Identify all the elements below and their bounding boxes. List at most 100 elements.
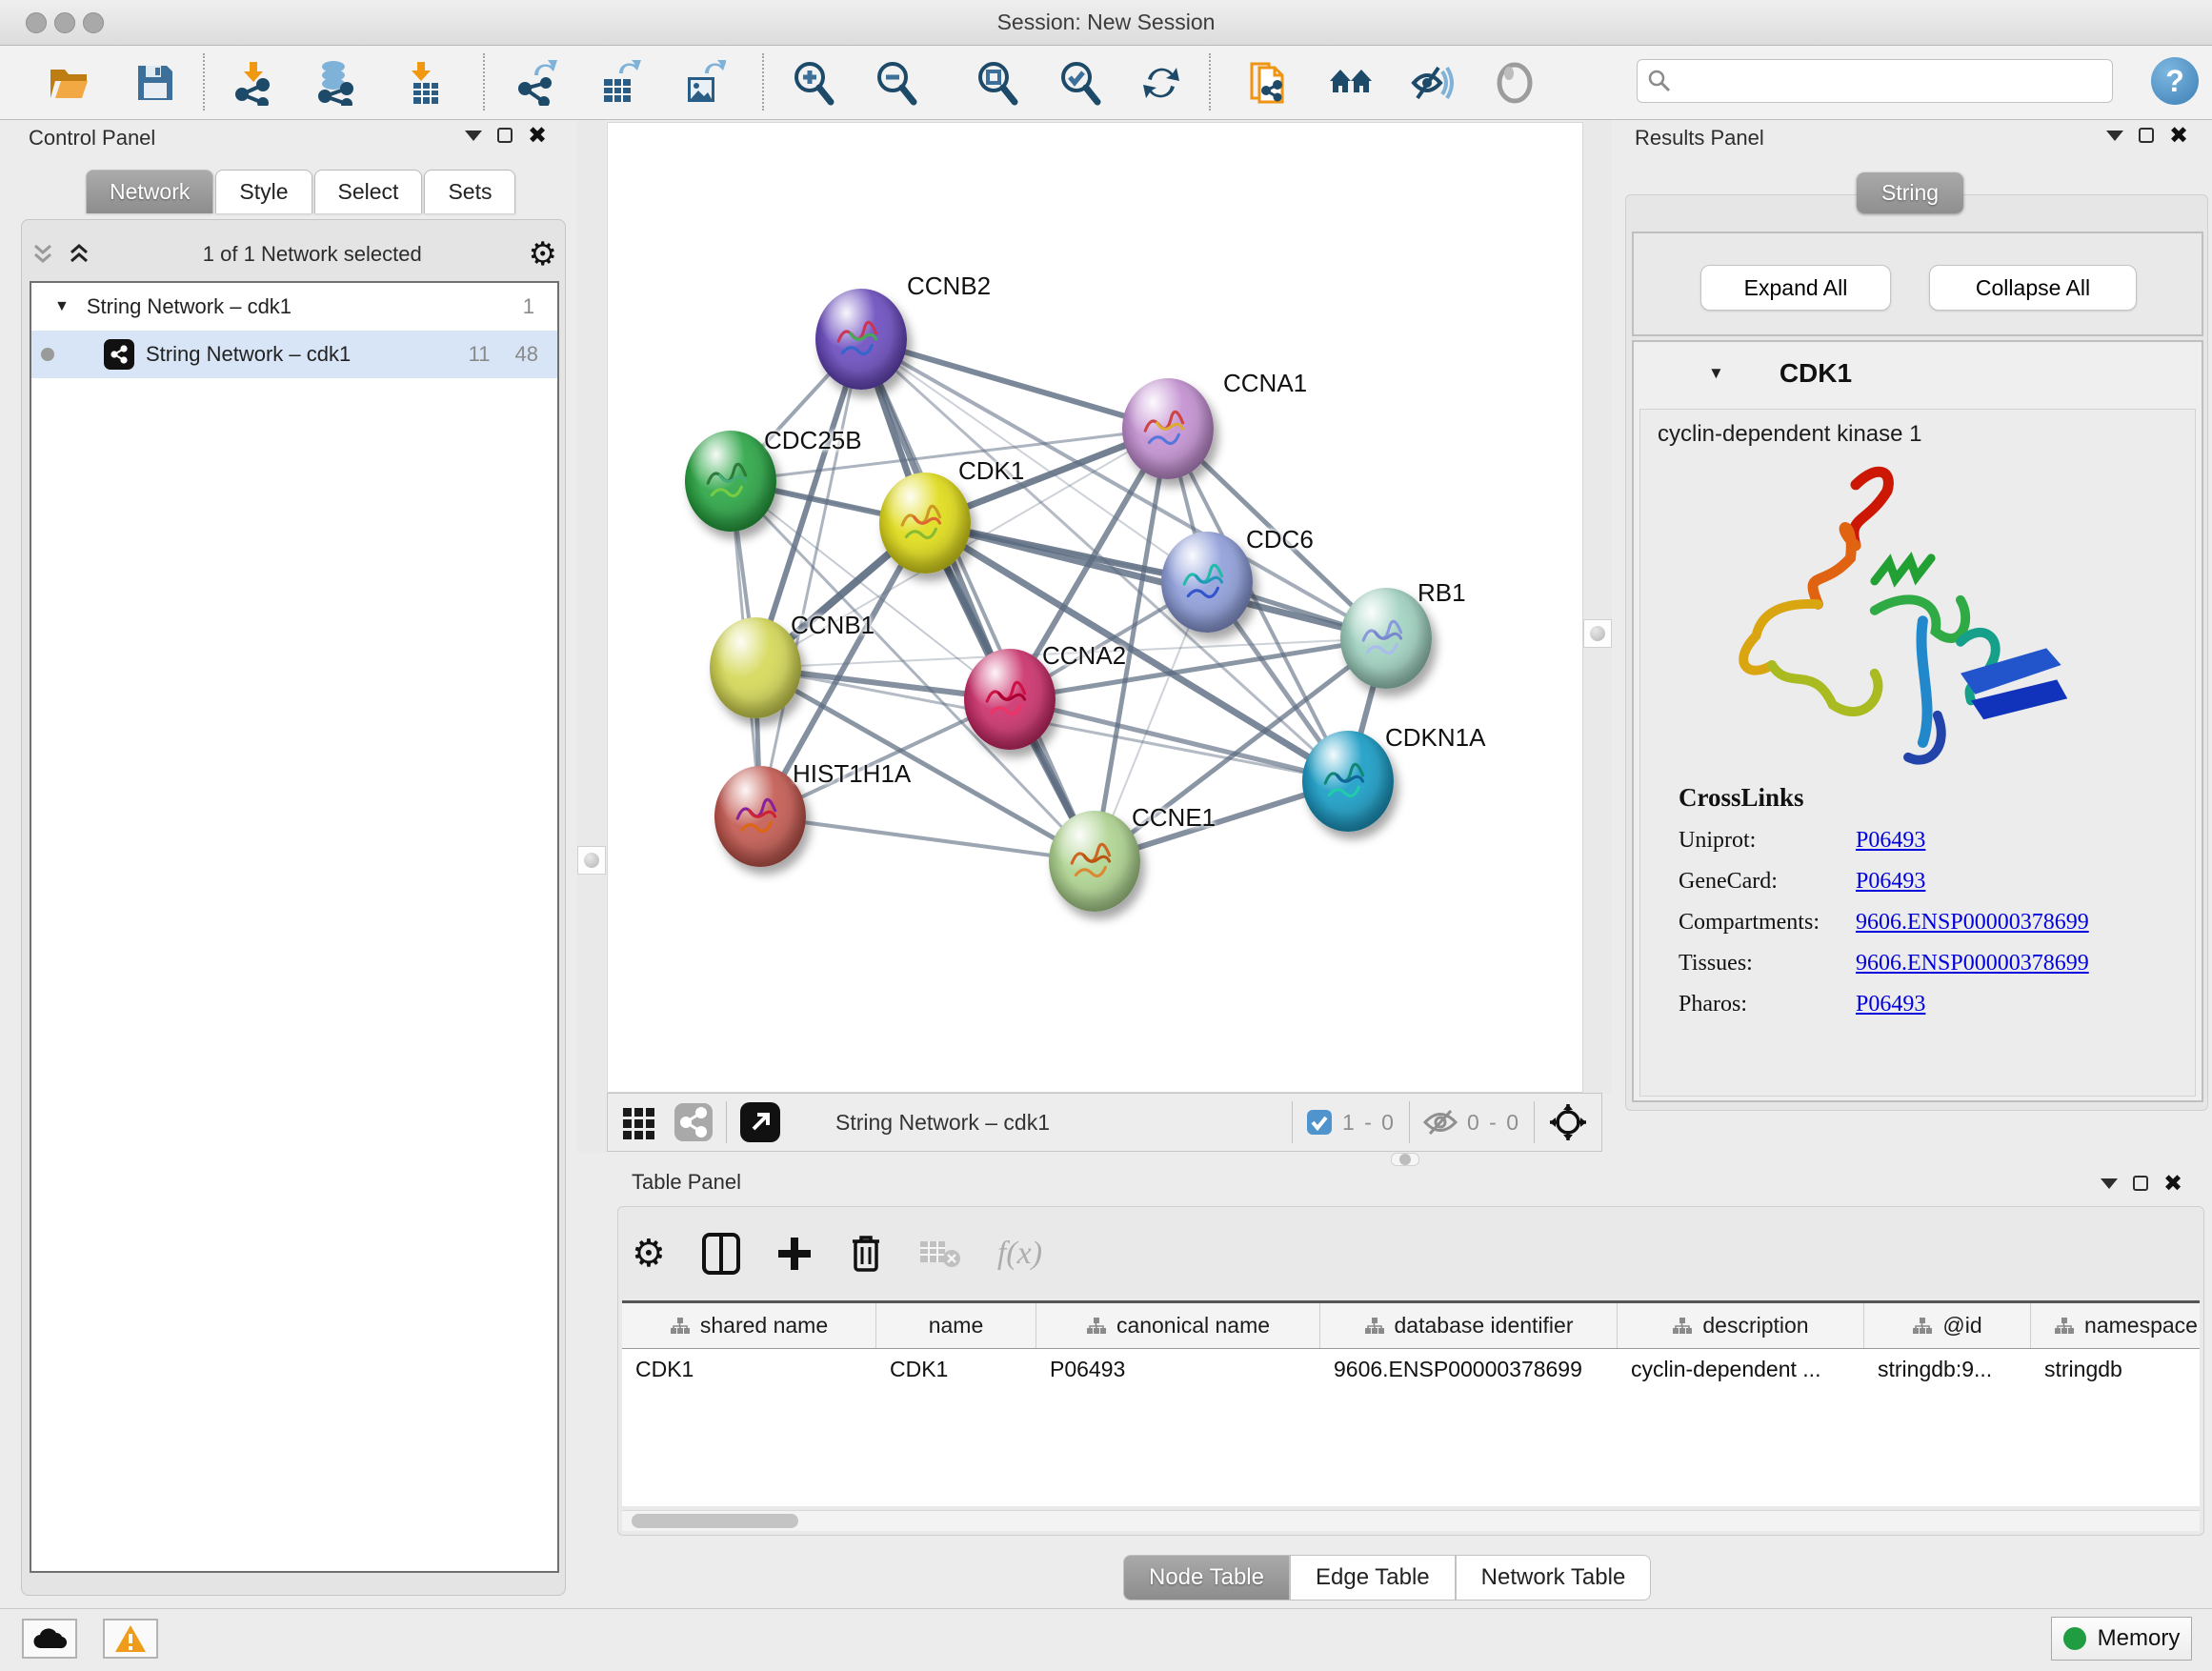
tab-sets[interactable]: Sets [424, 170, 515, 213]
hide-unselected-eye-icon[interactable] [1408, 58, 1458, 108]
table-panel-collapse-icon[interactable] [2101, 1178, 2118, 1189]
zoom-out-icon[interactable] [872, 58, 921, 108]
tab-edge-table[interactable]: Edge Table [1290, 1555, 1456, 1601]
crosslink-link[interactable]: 9606.ENSP00000378699 [1856, 951, 2089, 976]
network-options-gear-icon[interactable]: ⚙ [529, 240, 557, 269]
open-session-icon[interactable] [44, 58, 93, 108]
export-network-icon[interactable] [512, 58, 561, 108]
control-panel-float-icon[interactable] [497, 128, 513, 143]
node-ccne1[interactable] [1049, 811, 1140, 912]
highlight-sphere-icon[interactable] [1490, 58, 1539, 108]
node-cdc25b[interactable] [685, 431, 776, 532]
table-cell[interactable]: stringdb [2031, 1349, 2200, 1391]
pan-crosshair-icon[interactable] [1548, 1102, 1588, 1142]
network-row-selected[interactable]: String Network – cdk1 11 48 [31, 331, 557, 378]
birds-eye-view-icon[interactable] [621, 1104, 657, 1140]
control-panel-close-icon[interactable]: ✖ [528, 128, 547, 143]
tab-network[interactable]: Network [86, 170, 213, 213]
string-share-icon[interactable] [674, 1103, 713, 1141]
crosslink-link[interactable]: P06493 [1856, 828, 1925, 854]
tab-string[interactable]: String [1857, 172, 1963, 213]
delete-column-trash-icon[interactable] [849, 1234, 883, 1274]
collection-expand-icon[interactable]: ▼ [54, 298, 70, 315]
add-column-icon[interactable] [776, 1236, 813, 1272]
clone-network-icon[interactable] [1244, 58, 1294, 108]
column-network-icon [1086, 1317, 1107, 1336]
node-ccnb1[interactable] [710, 617, 801, 718]
node-cdk1[interactable] [879, 473, 971, 574]
search-field[interactable] [1637, 59, 2113, 103]
crosslink-link[interactable]: 9606.ENSP00000378699 [1856, 910, 2089, 936]
table-cell[interactable]: P06493 [1036, 1349, 1320, 1391]
tab-style[interactable]: Style [215, 170, 312, 213]
table-cell[interactable]: CDK1 [622, 1349, 876, 1391]
zoom-selected-icon[interactable] [1056, 58, 1105, 108]
current-network-dot-icon [41, 348, 54, 361]
network-collection-row[interactable]: ▼ String Network – cdk1 1 [31, 283, 557, 331]
home-views-icon[interactable] [1326, 58, 1376, 108]
memory-button[interactable]: Memory [2051, 1617, 2192, 1661]
expand-all-button[interactable]: Expand All [1700, 265, 1891, 311]
column-header-canonical-name[interactable]: canonical name [1036, 1303, 1320, 1348]
tab-node-table[interactable]: Node Table [1123, 1555, 1290, 1601]
column-header-shared-name[interactable]: shared name [622, 1303, 876, 1348]
tab-network-table[interactable]: Network Table [1456, 1555, 1652, 1601]
crosslink-link[interactable]: P06493 [1856, 869, 1925, 895]
show-columns-icon[interactable] [702, 1233, 740, 1275]
hidden-eye-slash-icon[interactable] [1423, 1108, 1458, 1137]
node-ccna1[interactable] [1122, 378, 1214, 479]
table-cell[interactable]: cyclin-dependent ... [1618, 1349, 1864, 1391]
table-panel-float-icon[interactable] [2133, 1176, 2148, 1191]
table-cell[interactable]: 9606.ENSP00000378699 [1320, 1349, 1618, 1391]
save-session-icon[interactable] [131, 58, 180, 108]
warnings-button[interactable] [103, 1619, 158, 1659]
refresh-icon[interactable] [1136, 58, 1186, 108]
gene-expand-icon[interactable]: ▼ [1708, 364, 1724, 383]
collapse-all-chevron-icon[interactable] [31, 242, 60, 267]
expand-all-chevron-icon[interactable] [68, 242, 96, 267]
column-header-namespace[interactable]: namespace [2031, 1303, 2200, 1348]
node-cdkn1a[interactable] [1302, 731, 1394, 832]
table-cell[interactable]: stringdb:9... [1864, 1349, 2031, 1391]
zoom-in-icon[interactable] [789, 58, 838, 108]
column-header-description[interactable]: description [1618, 1303, 1864, 1348]
selected-checkbox-icon[interactable] [1306, 1109, 1333, 1136]
control-panel-collapse-icon[interactable] [465, 131, 482, 141]
network-canvas[interactable]: CCNB2CCNA1CDC25BCDK1CDC6RB1CCNB1CCNA2CDK… [607, 122, 1583, 1093]
right-splitter[interactable] [1583, 120, 1612, 1094]
crosslink-link[interactable]: P06493 [1856, 992, 1925, 1017]
open-in-browser-icon[interactable] [740, 1102, 780, 1142]
horizontal-splitter-grip[interactable] [1391, 1153, 1419, 1166]
search-input[interactable] [1672, 70, 2091, 92]
import-network-file-icon[interactable] [229, 58, 278, 108]
cloud-status-button[interactable] [22, 1619, 77, 1659]
node-cdc6[interactable] [1161, 532, 1253, 633]
memory-status-dot [2063, 1627, 2086, 1650]
results-panel-close-icon[interactable]: ✖ [2169, 128, 2188, 143]
table-options-gear-icon[interactable]: ⚙ [632, 1239, 666, 1268]
import-network-database-icon[interactable] [311, 58, 360, 108]
column-header-database-identifier[interactable]: database identifier [1320, 1303, 1618, 1348]
results-panel-float-icon[interactable] [2139, 128, 2154, 143]
results-panel-collapse-icon[interactable] [2106, 131, 2123, 141]
export-table-icon[interactable] [594, 58, 644, 108]
node-ccnb2[interactable] [815, 289, 907, 390]
tab-select[interactable]: Select [314, 170, 423, 213]
export-image-icon[interactable] [678, 58, 728, 108]
left-splitter[interactable] [577, 120, 606, 1153]
collapse-all-button[interactable]: Collapse All [1929, 265, 2137, 311]
zoom-fit-icon[interactable] [973, 58, 1022, 108]
table-horizontal-scrollbar[interactable] [622, 1510, 2200, 1531]
column-header--id[interactable]: @id [1864, 1303, 2031, 1348]
table-panel-close-icon[interactable]: ✖ [2163, 1176, 2182, 1191]
hidden-count: 0 - 0 [1467, 1110, 1520, 1136]
scrollbar-thumb[interactable] [632, 1514, 798, 1528]
gene-section-header[interactable]: ▼ CDK1 [1634, 342, 2202, 405]
column-header-name[interactable]: name [876, 1303, 1036, 1348]
column-header-label: canonical name [1116, 1313, 1270, 1339]
table-cell[interactable]: CDK1 [876, 1349, 1036, 1391]
help-button[interactable]: ? [2151, 57, 2199, 105]
results-panel-title: Results Panel [1635, 126, 1764, 151]
table-row[interactable]: CDK1CDK1P064939606.ENSP00000378699cyclin… [622, 1349, 2200, 1391]
import-table-file-icon[interactable] [400, 58, 450, 108]
